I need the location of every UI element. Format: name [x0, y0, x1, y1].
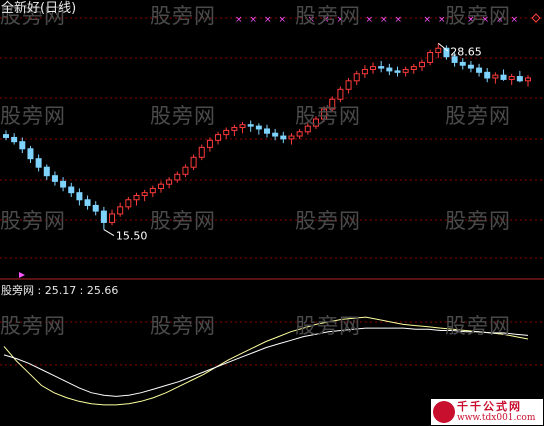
- signal-marker: ×: [235, 15, 243, 25]
- candle-body: [288, 135, 295, 140]
- signal-marker: ×: [380, 15, 388, 25]
- watermark: 股旁网: [295, 104, 361, 128]
- indicator-label: 股旁网 : 25.17 : 25.66: [1, 284, 119, 297]
- candle-body: [92, 204, 99, 212]
- site-badge-name: 千千公式网: [457, 400, 522, 413]
- candle-body: [43, 166, 50, 177]
- candle-body: [141, 192, 148, 197]
- candle-body: [190, 156, 197, 168]
- watermark: 股旁网: [0, 209, 66, 233]
- candle-body: [516, 76, 523, 82]
- watermark: 股旁网: [150, 4, 216, 28]
- candle-body: [60, 180, 67, 188]
- watermark: 股旁网: [150, 209, 216, 233]
- candle-body: [394, 70, 401, 73]
- candle-body: [410, 66, 417, 70]
- candle-body: [166, 179, 173, 185]
- watermark: 股旁网: [0, 104, 66, 128]
- candle-body: [370, 66, 377, 70]
- candle-body: [280, 135, 287, 140]
- candle-body: [467, 64, 474, 69]
- candle-body: [255, 125, 262, 130]
- candle-body: [174, 173, 181, 181]
- signal-marker: ×: [366, 15, 374, 25]
- candle-body: [361, 68, 368, 75]
- candle-body: [427, 51, 434, 63]
- site-badge-url: www.tdx001.com: [457, 413, 536, 423]
- low-price-label: 15.50: [116, 230, 148, 243]
- candle-body: [508, 76, 515, 80]
- candle-body: [27, 148, 34, 160]
- signal-marker: ×: [395, 15, 403, 25]
- high-price-label: 28.65: [450, 45, 482, 58]
- watermark: 股旁网: [445, 209, 511, 233]
- candle-body: [500, 74, 507, 80]
- candle-body: [76, 192, 83, 201]
- signal-marker: ×: [279, 15, 287, 25]
- candle-body: [484, 71, 491, 79]
- chart-title: 全新好(日线): [1, 1, 77, 16]
- candle-body: [109, 213, 116, 223]
- candle-body: [272, 132, 279, 137]
- candle-body: [247, 124, 254, 127]
- candle-body: [264, 128, 270, 134]
- candle-body: [117, 206, 124, 215]
- watermark: 股旁网: [445, 104, 511, 128]
- marker-icon: [19, 272, 25, 278]
- watermark: 股旁网: [0, 314, 66, 338]
- watermark: 股旁网: [150, 104, 216, 128]
- candle-body: [35, 158, 42, 168]
- candle-body: [418, 61, 425, 68]
- candle-body: [84, 199, 91, 206]
- candle-body: [231, 127, 238, 131]
- candle-body: [296, 131, 303, 137]
- candle-body: [51, 175, 58, 182]
- candle-body: [19, 141, 26, 150]
- candle-body: [525, 77, 531, 82]
- watermark: 股旁网: [150, 314, 216, 338]
- candle-body: [100, 210, 107, 223]
- watermark: 股旁网: [445, 4, 511, 28]
- watermark: 股旁网: [445, 314, 511, 338]
- candle-body: [459, 61, 466, 66]
- signal-marker: ×: [424, 15, 432, 25]
- candle-body: [3, 134, 9, 138]
- candle-body: [182, 166, 189, 175]
- candle-body: [149, 187, 156, 194]
- candle-body: [198, 146, 205, 158]
- candle-body: [223, 129, 230, 136]
- signal-marker: ×: [264, 15, 272, 25]
- candle-body: [68, 186, 75, 194]
- candle-body: [378, 66, 385, 69]
- candle-body: [337, 88, 344, 100]
- candle-body: [157, 183, 164, 189]
- watermark: 股旁网: [295, 314, 361, 338]
- candle-body: [402, 68, 409, 73]
- candle-body: [239, 124, 246, 129]
- site-logo-icon: [433, 401, 455, 423]
- candle-body: [11, 136, 18, 143]
- candle-body: [133, 195, 140, 201]
- watermark: 股旁网: [295, 209, 361, 233]
- candle-body: [125, 199, 132, 208]
- site-badge: 千千公式网 www.tdx001.com: [431, 399, 543, 425]
- candle-body: [476, 67, 483, 73]
- candle-body: [345, 80, 352, 90]
- chart-stage: 28.65 15.50 × × × × × × × × × × × × × × × × 股旁网 股旁网 股旁网 股…: [0, 0, 544, 426]
- candle-body: [435, 47, 442, 53]
- signal-marker: ×: [250, 15, 258, 25]
- candle-body: [215, 134, 222, 141]
- candle-body: [206, 139, 213, 148]
- candle-body: [492, 74, 499, 79]
- watermark: 股旁网: [295, 4, 361, 28]
- candle-body: [353, 73, 360, 82]
- signal-marker: ×: [511, 15, 519, 25]
- low-pointer: [103, 229, 115, 236]
- candle-body: [386, 67, 393, 72]
